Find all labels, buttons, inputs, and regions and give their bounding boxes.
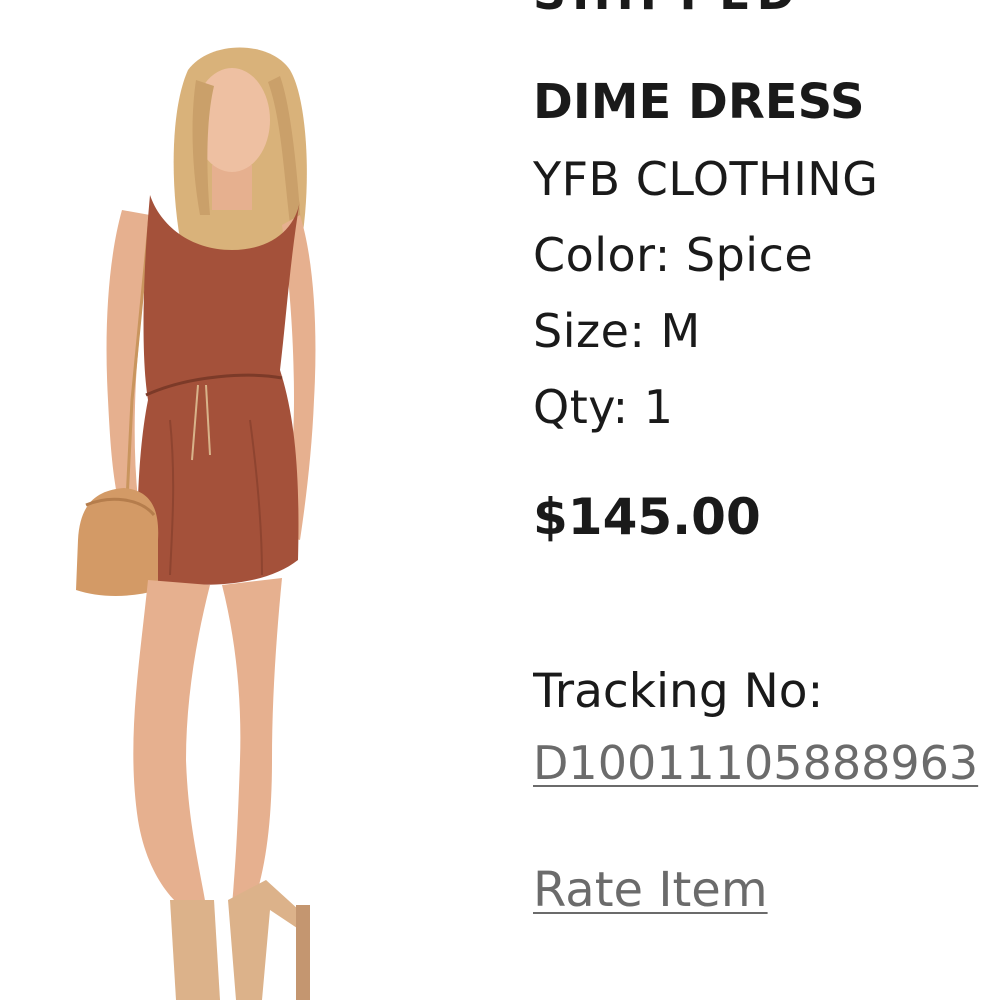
- order-item-page: SHIPPED DIME DRESS YFB CLOTHING Color: S…: [0, 0, 1000, 1000]
- brand-name: YFB CLOTHING: [533, 152, 879, 206]
- rate-item-link[interactable]: Rate Item: [533, 862, 768, 918]
- order-item-details: SHIPPED DIME DRESS YFB CLOTHING Color: S…: [533, 0, 1000, 1000]
- dress-photo-illustration: [0, 0, 500, 1000]
- size-attribute: Size: M: [533, 304, 701, 358]
- tracking-label: Tracking No:: [533, 664, 824, 719]
- quantity-attribute: Qty: 1: [533, 380, 674, 434]
- product-image[interactable]: [0, 0, 500, 1000]
- color-attribute: Color: Spice: [533, 228, 814, 282]
- product-name[interactable]: DIME DRESS: [533, 74, 865, 130]
- price: $145.00: [533, 488, 761, 546]
- tracking-number-link[interactable]: D10011105888963: [533, 736, 978, 790]
- order-status: SHIPPED: [533, 0, 801, 20]
